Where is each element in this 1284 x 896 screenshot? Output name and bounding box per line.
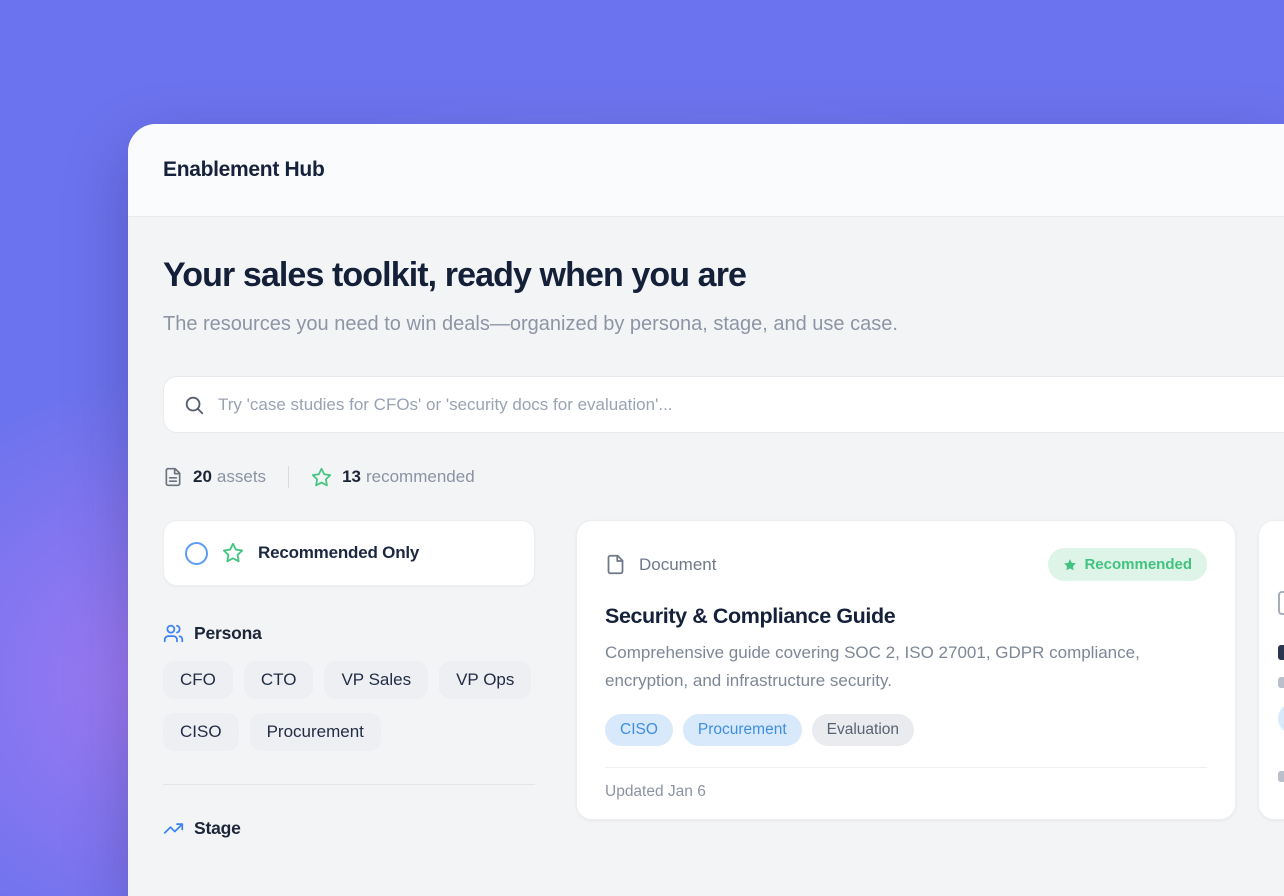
- persona-chip-procurement[interactable]: Procurement: [250, 713, 381, 751]
- card-title: Security & Compliance Guide: [605, 604, 1207, 629]
- persona-chip-vp-sales[interactable]: VP Sales: [324, 661, 428, 699]
- persona-chip-vp-ops[interactable]: VP Ops: [439, 661, 531, 699]
- star-count-icon: [311, 467, 332, 488]
- card-description: Comprehensive guide covering SOC 2, ISO …: [605, 639, 1195, 694]
- persona-section-heading: Persona: [163, 623, 535, 644]
- file-icon: [1278, 591, 1284, 615]
- page-subtitle: The resources you need to win deals—orga…: [163, 309, 978, 340]
- star-icon: [222, 542, 244, 564]
- stats-row: 20 assets 13 recommended: [163, 466, 1284, 488]
- recommended-only-label: Recommended Only: [258, 543, 419, 563]
- card-footer-fragment: [1278, 771, 1284, 782]
- recommended-label: recommended: [366, 467, 475, 487]
- app-title: Enablement Hub: [163, 158, 324, 182]
- tag-evaluation: Evaluation: [812, 714, 914, 746]
- assets-label: assets: [217, 467, 266, 487]
- file-icon: [605, 554, 626, 575]
- page-title: Your sales toolkit, ready when you are: [163, 256, 1284, 295]
- recommended-count: 13: [342, 467, 361, 487]
- search-icon: [183, 394, 205, 416]
- filters-divider: [163, 784, 535, 785]
- stage-section-heading: Stage: [163, 818, 535, 839]
- card-title-fragment: [1278, 645, 1284, 660]
- tag-fragment: [1278, 703, 1284, 734]
- persona-chip-cfo[interactable]: CFO: [163, 661, 233, 699]
- main-content: Your sales toolkit, ready when you are T…: [128, 217, 1284, 839]
- tag-procurement: Procurement: [683, 714, 802, 746]
- search-box[interactable]: [163, 376, 1284, 433]
- trending-up-icon: [163, 818, 184, 839]
- users-icon: [163, 623, 184, 644]
- asset-card-security-compliance-guide[interactable]: Document Recommended Security & Complian…: [576, 520, 1236, 820]
- card-description-fragment: [1278, 677, 1284, 688]
- asset-card-partial[interactable]: [1258, 520, 1284, 820]
- search-input[interactable]: [218, 395, 1284, 415]
- filters-panel: Recommended Only Persona CFO CTO VP Sale…: [163, 520, 535, 839]
- persona-chip-cto[interactable]: CTO: [244, 661, 314, 699]
- card-updated-date: Updated Jan 6: [605, 768, 1207, 816]
- recommended-only-radio: [185, 542, 208, 565]
- app-window: Enablement Hub Your sales toolkit, ready…: [128, 124, 1284, 896]
- recommended-badge: Recommended: [1048, 548, 1207, 581]
- layout: Recommended Only Persona CFO CTO VP Sale…: [163, 520, 1284, 839]
- recommended-only-toggle[interactable]: Recommended Only: [163, 520, 535, 586]
- tag-ciso: CISO: [605, 714, 673, 746]
- persona-section-label: Persona: [194, 623, 262, 644]
- persona-chips: CFO CTO VP Sales VP Ops CISO Procurement: [163, 661, 535, 751]
- recommended-badge-label: Recommended: [1084, 556, 1192, 573]
- asset-cards: Document Recommended Security & Complian…: [576, 520, 1284, 839]
- star-filled-icon: [1063, 558, 1077, 572]
- persona-chip-ciso[interactable]: CISO: [163, 713, 239, 751]
- card-type-label: Document: [639, 555, 716, 575]
- window-header: Enablement Hub: [128, 124, 1284, 217]
- assets-count: 20: [193, 467, 212, 487]
- card-header: Document Recommended: [605, 548, 1207, 581]
- stage-section-label: Stage: [194, 818, 241, 839]
- card-tags: CISO Procurement Evaluation: [605, 714, 1207, 746]
- stats-divider: [288, 466, 289, 488]
- card-type: Document: [605, 554, 716, 575]
- document-count-icon: [163, 467, 183, 487]
